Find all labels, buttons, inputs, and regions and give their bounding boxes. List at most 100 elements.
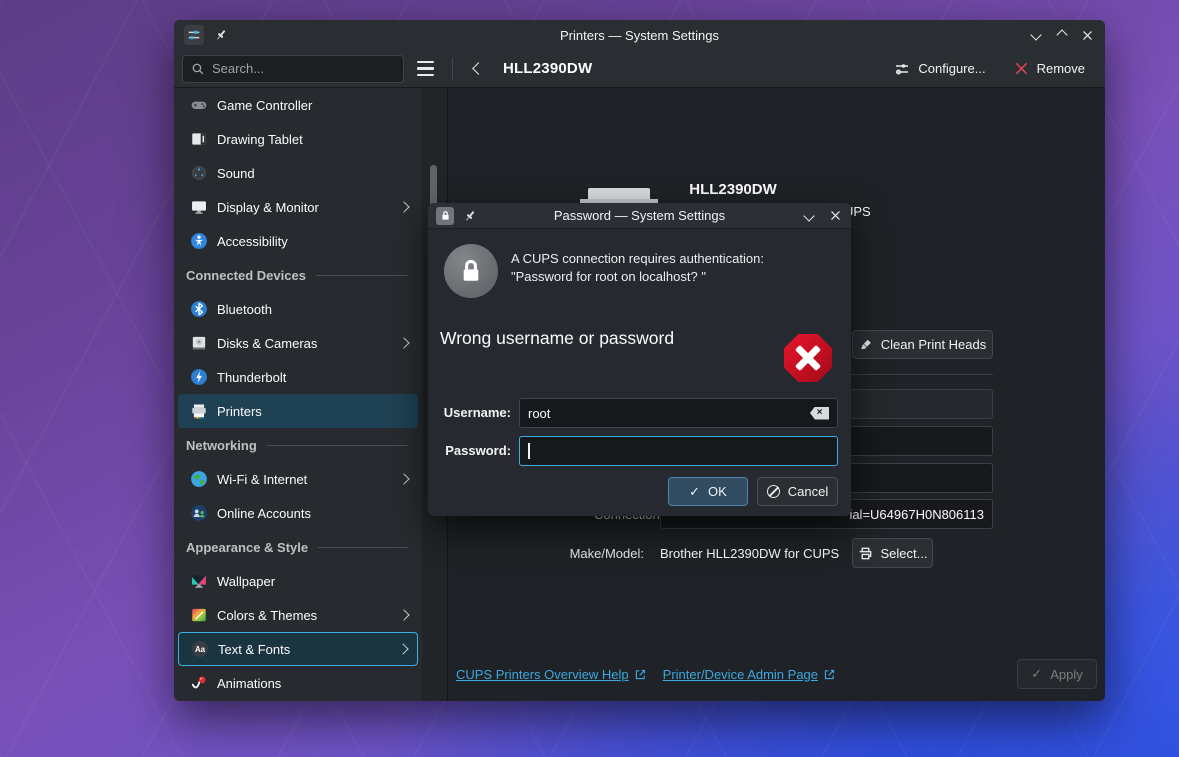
auth-lock-icon — [444, 244, 498, 298]
lock-icon — [436, 207, 454, 225]
check-icon: ✓ — [1031, 666, 1042, 682]
sidebar-item-disks-cameras[interactable]: Disks & Cameras — [178, 326, 418, 360]
pin-icon[interactable] — [214, 28, 228, 42]
accessibility-icon — [190, 232, 208, 250]
username-label: Username: — [440, 405, 511, 420]
toolbar-divider — [452, 58, 453, 80]
sound-icon — [190, 164, 208, 182]
remove-button[interactable]: Remove — [1010, 57, 1089, 80]
clean-print-heads-button[interactable]: Clean Print Heads — [852, 330, 993, 359]
online-accounts-icon — [190, 504, 208, 522]
sidebar-item-drawing-tablet[interactable]: Drawing Tablet — [178, 122, 418, 156]
pin-icon[interactable] — [463, 209, 477, 223]
sidebar-item-printers[interactable]: Printers — [178, 394, 418, 428]
search-icon — [191, 62, 205, 76]
minimize-button[interactable] — [1028, 28, 1043, 43]
ok-button[interactable]: ✓ OK — [668, 477, 748, 506]
configure-button[interactable]: Configure... — [890, 57, 989, 81]
menu-button[interactable] — [410, 55, 440, 83]
search-placeholder: Search... — [212, 61, 264, 76]
username-input[interactable]: root × — [519, 398, 838, 428]
password-label: Password: — [440, 443, 511, 458]
sidebar-item-accessibility[interactable]: Accessibility — [178, 224, 418, 258]
cups-help-link[interactable]: CUPS Printers Overview Help — [456, 667, 647, 682]
check-icon: ✓ — [689, 484, 700, 500]
sidebar-item-wallpaper[interactable]: Wallpaper — [178, 564, 418, 598]
dialog-minimize-button[interactable] — [801, 208, 816, 223]
sidebar-item-label: Disks & Cameras — [217, 336, 391, 351]
wifi-internet-icon — [190, 470, 208, 488]
colors-themes-icon — [190, 606, 208, 624]
chevron-right-icon — [398, 473, 409, 484]
sidebar-item-bluetooth[interactable]: Bluetooth — [178, 292, 418, 326]
maximize-button[interactable] — [1054, 28, 1069, 43]
back-button[interactable] — [465, 56, 491, 82]
titlebar[interactable]: Printers — System Settings — [174, 20, 1105, 50]
sidebar-item-sound[interactable]: Sound — [178, 156, 418, 190]
footer: CUPS Printers Overview Help Printer/Devi… — [448, 659, 1105, 689]
text-cursor — [528, 443, 530, 459]
external-link-icon — [634, 668, 647, 681]
animations-icon — [190, 674, 208, 692]
password-dialog: Password — System Settings A CUPS connec… — [428, 203, 851, 516]
chevron-right-icon — [398, 609, 409, 620]
sidebar-item-online-accounts[interactable]: Online Accounts — [178, 496, 418, 530]
clear-text-icon[interactable]: × — [810, 407, 829, 420]
sidebar-item-label: Animations — [217, 676, 408, 691]
sidebar-item-thunderbolt[interactable]: Thunderbolt — [178, 360, 418, 394]
make-model-label: Make/Model: — [558, 546, 644, 561]
configure-icon — [894, 61, 910, 77]
select-driver-button[interactable]: Select... — [852, 538, 933, 568]
printer-icon — [858, 546, 873, 561]
printers-icon — [190, 402, 208, 420]
username-value: root — [528, 406, 550, 421]
chevron-right-icon — [398, 201, 409, 212]
sidebar-section-header: Connected Devices — [174, 258, 422, 292]
sidebar-item-text-fonts[interactable]: Aa Text & Fonts — [178, 632, 418, 666]
sidebar-item-label: Game Controller — [217, 98, 408, 113]
sidebar-item-label: Display & Monitor — [217, 200, 391, 215]
sidebar-item-label: Wallpaper — [217, 574, 408, 589]
svg-text:Aa: Aa — [195, 645, 206, 654]
app-icon — [184, 25, 204, 45]
toolbar: Search... HLL2390DW Configure... Remove — [174, 50, 1105, 88]
make-model-value: Brother HLL2390DW for CUPS — [660, 546, 839, 561]
auth-message: A CUPS connection requires authenticatio… — [511, 250, 764, 286]
external-link-icon — [823, 668, 836, 681]
sidebar-item-colors-themes[interactable]: Colors & Themes — [178, 598, 418, 632]
sidebar-item-label: Colors & Themes — [217, 608, 391, 623]
chevron-right-icon — [398, 337, 409, 348]
wallpaper-icon — [190, 572, 208, 590]
bluetooth-icon — [190, 300, 208, 318]
disks-cameras-icon — [190, 334, 208, 352]
sidebar-item-display-monitor[interactable]: Display & Monitor — [178, 190, 418, 224]
game-controller-icon — [190, 96, 208, 114]
sidebar-item-label: Wi-Fi & Internet — [217, 472, 391, 487]
cancel-button[interactable]: Cancel — [757, 477, 838, 506]
printer-name: HLL2390DW — [448, 181, 1018, 198]
sidebar-item-animations[interactable]: Animations — [178, 666, 418, 700]
sidebar-item-label: Sound — [217, 166, 408, 181]
admin-page-link[interactable]: Printer/Device Admin Page — [663, 667, 836, 682]
sidebar-item-label: Online Accounts — [217, 506, 408, 521]
display-monitor-icon — [190, 198, 208, 216]
window-title: Printers — System Settings — [174, 28, 1105, 43]
thunderbolt-icon — [190, 368, 208, 386]
sidebar-item-label: Accessibility — [217, 234, 408, 249]
error-icon — [784, 334, 832, 382]
remove-x-icon — [1014, 61, 1029, 76]
close-button[interactable] — [1080, 28, 1095, 43]
apply-button[interactable]: ✓ Apply — [1017, 659, 1097, 689]
sidebar-item-label: Thunderbolt — [217, 370, 408, 385]
error-message: Wrong username or password — [440, 328, 674, 349]
dialog-titlebar[interactable]: Password — System Settings — [428, 203, 851, 229]
chevron-right-icon — [397, 643, 408, 654]
password-input[interactable] — [519, 436, 838, 466]
sidebar-section-header: Appearance & Style — [174, 530, 422, 564]
sidebar-item-label: Text & Fonts — [218, 642, 390, 657]
search-input[interactable]: Search... — [182, 55, 404, 83]
page-title: HLL2390DW — [503, 60, 592, 77]
sidebar-item-wi-fi-internet[interactable]: Wi-Fi & Internet — [178, 462, 418, 496]
dialog-close-button[interactable] — [828, 208, 843, 223]
sidebar-item-game-controller[interactable]: Game Controller — [178, 88, 418, 122]
